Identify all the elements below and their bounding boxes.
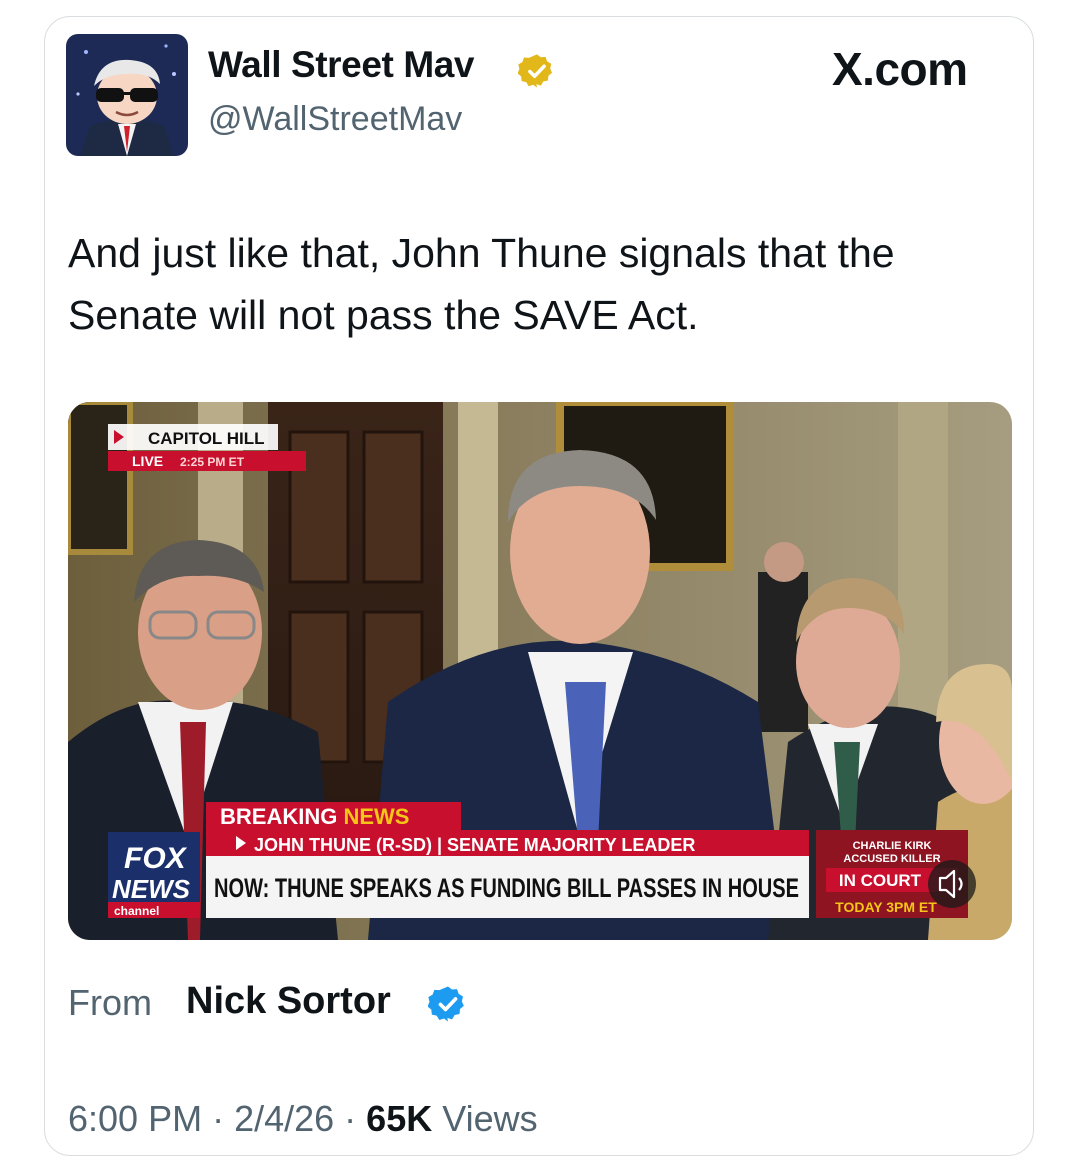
tweet-date[interactable]: 2/4/26: [234, 1098, 334, 1139]
headline: NOW: THUNE SPEAKS AS FUNDING BILL PASSES…: [214, 873, 799, 903]
promo-line-4: TODAY 3PM ET: [835, 899, 937, 915]
views-label: Views: [432, 1098, 538, 1139]
fox-logo-top: FOX: [124, 842, 188, 875]
author-handle[interactable]: @WallStreetMav: [208, 100, 462, 139]
video-media[interactable]: CAPITOL HILL LIVE 2:25 PM ET BREAKING NE…: [68, 402, 1012, 940]
author-avatar[interactable]: [66, 34, 188, 156]
tweet-text: And just like that, John Thune signals t…: [68, 230, 895, 338]
breaking-label: BREAKING NEWS: [220, 804, 409, 829]
verified-blue-badge-icon: [428, 986, 464, 1022]
from-label: From: [68, 982, 152, 1023]
tweet-meta: 6:00 PM · 2/4/26 · 65K Views: [68, 1098, 538, 1140]
author-name[interactable]: Wall Street Mav: [208, 44, 475, 86]
promo-line-2: ACCUSED KILLER: [843, 853, 940, 865]
speaker-line: JOHN THUNE (R-SD) | SENATE MAJORITY LEAD…: [254, 835, 695, 855]
fox-logo-channel: channel: [114, 904, 159, 918]
meta-sep: ·: [202, 1098, 235, 1139]
views-count: 65K: [366, 1098, 433, 1139]
verified-gold-badge-icon: [518, 54, 553, 88]
live-time: 2:25 PM ET: [180, 455, 245, 469]
x-logo-text: X.com: [832, 43, 968, 95]
from-name[interactable]: Nick Sortor: [186, 980, 391, 1023]
promo-line-1: CHARLIE KIRK: [853, 840, 932, 852]
mute-button[interactable]: [928, 860, 976, 908]
fox-logo-bottom: NEWS: [112, 874, 191, 904]
tweet-time[interactable]: 6:00 PM: [68, 1098, 202, 1139]
location-label: CAPITOL HILL: [148, 429, 265, 448]
promo-line-3: IN COURT: [839, 871, 922, 890]
meta-sep: ·: [334, 1098, 367, 1139]
live-label: LIVE: [132, 453, 163, 469]
